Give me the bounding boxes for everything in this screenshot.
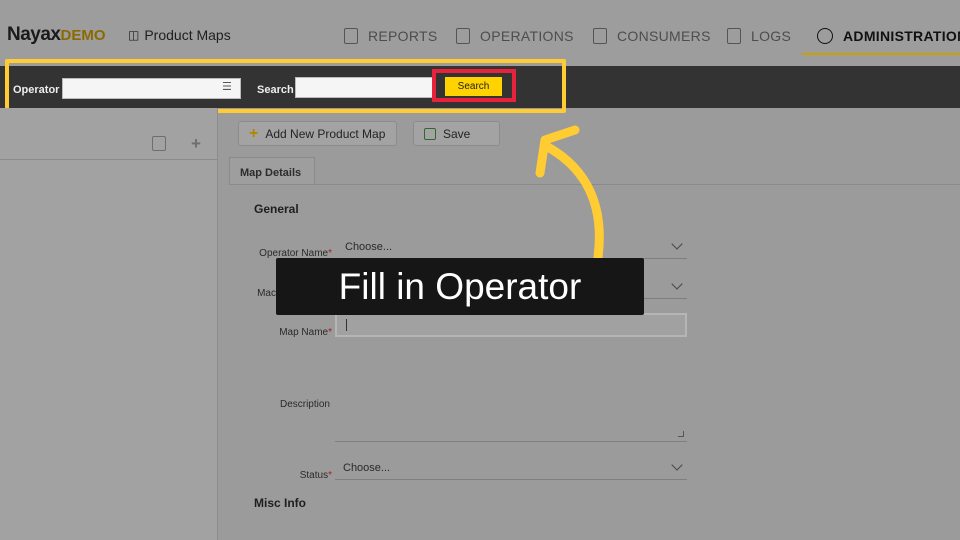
nav-label: CONSUMERS: [617, 28, 711, 44]
description-label: Description: [279, 399, 330, 410]
consumers-icon: [593, 28, 607, 44]
machine-select[interactable]: [643, 277, 687, 299]
required-mark: *: [328, 470, 332, 481]
nav-label: OPERATIONS: [480, 28, 574, 44]
add-product-map-button[interactable]: + Add New Product Map: [238, 121, 397, 146]
resize-handle-icon[interactable]: [678, 431, 684, 437]
label-text: Status: [299, 470, 329, 481]
report-icon: [344, 28, 358, 44]
status-select[interactable]: Choose...: [335, 458, 687, 480]
select-value: Choose...: [343, 462, 391, 474]
operations-icon: [456, 28, 470, 44]
breadcrumb: ◫ Product Maps: [128, 27, 231, 43]
save-icon: [424, 127, 436, 140]
admin-icon: [817, 28, 833, 44]
plus-icon: +: [249, 124, 259, 142]
chevron-down-icon: [671, 238, 683, 250]
logs-icon: [727, 28, 741, 44]
left-panel-header: +: [0, 108, 217, 160]
tab-divider: [229, 184, 960, 185]
brand-name: Nayax: [7, 24, 61, 45]
save-button[interactable]: Save: [413, 121, 500, 146]
map-name-input[interactable]: [335, 313, 687, 337]
clipboard-icon[interactable]: [152, 136, 166, 151]
select-value: Choose...: [345, 241, 393, 253]
map-name-label: Map Name*: [240, 327, 332, 338]
instruction-caption: Fill in Operator: [276, 258, 644, 315]
nav-operations[interactable]: OPERATIONS: [456, 27, 574, 45]
brand-suffix: DEMO: [60, 27, 106, 44]
nav-consumers[interactable]: CONSUMERS: [593, 27, 711, 45]
save-button-label: Save: [443, 126, 471, 141]
nav-administration[interactable]: ADMINISTRATION: [817, 27, 960, 45]
map-icon: ◫: [128, 28, 140, 42]
focus-frame: [432, 69, 516, 102]
nav-reports[interactable]: REPORTS: [344, 27, 438, 45]
required-mark: *: [328, 327, 332, 338]
left-panel: +: [0, 108, 218, 540]
nav-label: ADMINISTRATION: [843, 28, 960, 44]
machine-label: Mac: [257, 288, 276, 299]
description-textarea[interactable]: [335, 350, 687, 442]
brand-logo[interactable]: NayaxDEMO: [7, 24, 106, 46]
status-label: Status*: [240, 470, 332, 481]
nav-label: LOGS: [751, 28, 792, 44]
breadcrumb-label: Product Maps: [144, 27, 231, 43]
chevron-down-icon: [671, 278, 683, 290]
tab-map-details[interactable]: Map Details: [229, 157, 315, 185]
label-text: Map Name: [279, 327, 329, 338]
text-caret: [346, 319, 347, 331]
add-button-label: Add New Product Map: [265, 126, 386, 141]
nav-label: REPORTS: [368, 28, 438, 44]
plus-icon[interactable]: +: [191, 134, 201, 154]
chevron-down-icon: [671, 459, 683, 471]
active-nav-underline: [802, 53, 960, 55]
section-general: General: [254, 202, 299, 216]
nav-logs[interactable]: LOGS: [727, 27, 791, 45]
section-misc-info: Misc Info: [254, 496, 307, 510]
operator-name-select[interactable]: Choose...: [337, 237, 687, 259]
